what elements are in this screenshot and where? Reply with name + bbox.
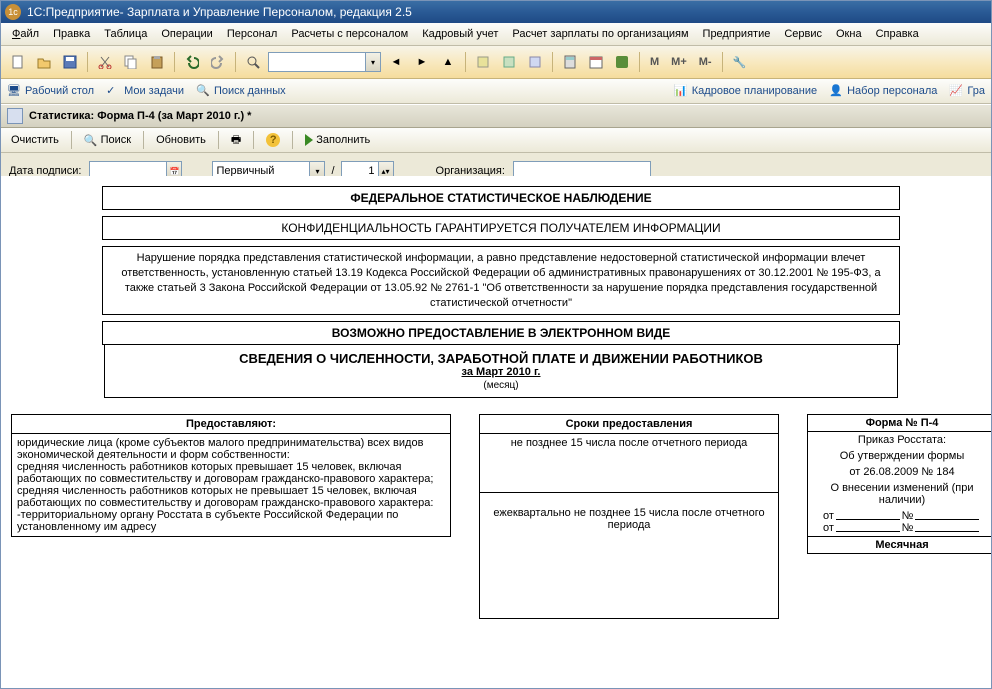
no-label-2: №: [902, 522, 914, 534]
nav-up-icon[interactable]: ▲: [437, 51, 459, 73]
tab-search[interactable]: 🔍Поиск данных: [196, 84, 286, 98]
menu-service[interactable]: Сервис: [779, 26, 827, 42]
form-number: Форма № П-4: [808, 415, 991, 432]
main-toolbar: ▾ ◄ ► ▲ M M+ M- 🔧: [1, 46, 991, 79]
menu-calc[interactable]: Расчеты с персоналом: [286, 26, 413, 42]
order-line2: Об утверждении формы: [808, 448, 991, 464]
form-card: Форма № П-4 Приказ Росстата: Об утвержде…: [807, 414, 991, 554]
wrench-icon[interactable]: 🔧: [729, 51, 751, 73]
print-icon[interactable]: 🖶: [227, 130, 245, 151]
report-area: ФЕДЕРАЛЬНОЕ СТАТИСТИЧЕСКОЕ НАБЛЮДЕНИЕ КО…: [1, 176, 991, 688]
col-deadline: Сроки предоставления: [480, 415, 779, 434]
report-period: за Март 2010 г.: [111, 366, 891, 378]
document-toolbar: Очистить 🔍Поиск Обновить 🖶 ? Заполнить: [1, 128, 991, 153]
document-title-bar: Статистика: Форма П-4 (за Март 2010 г.) …: [1, 104, 991, 128]
menu-enterprise[interactable]: Предприятие: [698, 26, 776, 42]
order-line4: О внесении изменений (при наличии): [808, 480, 991, 508]
deadline-1: не позднее 15 числа после отчетного пери…: [480, 434, 779, 493]
deadline-table: Сроки предоставления не позднее 15 числа…: [479, 414, 779, 619]
menu-payroll[interactable]: Расчет зарплаты по организациям: [507, 26, 693, 42]
redo-icon[interactable]: [207, 51, 229, 73]
undo-icon[interactable]: [181, 51, 203, 73]
m-button[interactable]: M: [646, 54, 663, 70]
order-line1: Приказ Росстата:: [808, 432, 991, 448]
tab-recruit[interactable]: 👤Набор персонала: [829, 84, 937, 98]
search-button[interactable]: 🔍Поиск: [80, 133, 135, 148]
titlebar: 1c 1С:Предприятие - Зарплата и Управлени…: [1, 1, 991, 23]
order-line3: от 26.08.2009 № 184: [808, 464, 991, 480]
from-label-2: от: [823, 522, 834, 534]
app-title: - Зарплата и Управление Персоналом, реда…: [120, 5, 412, 19]
action2-icon[interactable]: [498, 51, 520, 73]
deadline-2: ежеквартально не позднее 15 числа после …: [480, 493, 779, 619]
menu-help[interactable]: Справка: [871, 26, 924, 42]
m-minus-button[interactable]: M-: [695, 54, 716, 70]
m-plus-button[interactable]: M+: [667, 54, 691, 70]
people-icon[interactable]: [611, 51, 633, 73]
save-icon[interactable]: [59, 51, 81, 73]
action3-icon[interactable]: [524, 51, 546, 73]
menu-edit[interactable]: Правка: [48, 26, 95, 42]
app-icon: 1c: [5, 4, 21, 20]
open-icon[interactable]: [33, 51, 55, 73]
chevron-down-icon[interactable]: ▾: [366, 52, 381, 72]
find-icon[interactable]: [242, 51, 264, 73]
search-input[interactable]: [268, 52, 366, 72]
form-icon: [7, 108, 23, 124]
tab-hr-plan[interactable]: 📊Кадровое планирование: [674, 84, 817, 98]
menu-personnel[interactable]: Персонал: [222, 26, 283, 42]
report-month-hint: (месяц): [111, 380, 891, 391]
desktop-icon: 🖥: [7, 84, 21, 98]
form-periodicity: Месячная: [808, 536, 991, 553]
nav-back-icon[interactable]: ◄: [385, 51, 407, 73]
no-label-1: №: [902, 510, 914, 522]
search-combo[interactable]: ▾: [268, 52, 381, 72]
graphic-icon: 📈: [949, 84, 963, 98]
tasks-icon: ✓: [106, 84, 120, 98]
legal-note: Нарушение порядка представления статисти…: [102, 246, 900, 315]
report-title: СВЕДЕНИЯ О ЧИСЛЕННОСТИ, ЗАРАБОТНОЙ ПЛАТЕ…: [111, 351, 891, 366]
nav-tabbar: 🖥Рабочий стол ✓Мои задачи 🔍Поиск данных …: [1, 79, 991, 104]
col-provide: Предоставляют:: [12, 415, 451, 434]
new-doc-icon[interactable]: [7, 51, 29, 73]
action1-icon[interactable]: [472, 51, 494, 73]
copy-icon[interactable]: [120, 51, 142, 73]
help-icon[interactable]: ?: [262, 132, 284, 148]
chart-icon: 📊: [674, 84, 688, 98]
magnifier-icon: 🔍: [84, 134, 98, 147]
calc-icon[interactable]: [559, 51, 581, 73]
play-icon: [305, 134, 313, 146]
menu-windows[interactable]: Окна: [831, 26, 867, 42]
fill-button[interactable]: Заполнить: [301, 133, 374, 147]
hdr-stat-observation: ФЕДЕРАЛЬНОЕ СТАТИСТИЧЕСКОЕ НАБЛЮДЕНИЕ: [102, 186, 900, 210]
menu-hr[interactable]: Кадровый учет: [417, 26, 503, 42]
tab-graphic[interactable]: 📈Гра: [949, 84, 985, 98]
hdr-confidentiality: КОНФИДЕНЦИАЛЬНОСТЬ ГАРАНТИРУЕТСЯ ПОЛУЧАТ…: [102, 216, 900, 240]
menu-table[interactable]: Таблица: [99, 26, 152, 42]
main-menu: ФФайлайл Правка Таблица Операции Персона…: [1, 23, 991, 46]
document-title: Статистика: Форма П-4 (за Март 2010 г.) …: [29, 110, 251, 122]
hdr-electronic: ВОЗМОЖНО ПРЕДОСТАВЛЕНИЕ В ЭЛЕКТРОННОМ ВИ…: [102, 321, 900, 345]
person-plus-icon: 👤: [829, 84, 843, 98]
search-icon: 🔍: [196, 84, 210, 98]
cut-icon[interactable]: [94, 51, 116, 73]
provision-table: Предоставляют:: [11, 414, 451, 434]
clear-button[interactable]: Очистить: [7, 133, 63, 147]
tab-my-tasks[interactable]: ✓Мои задачи: [106, 84, 184, 98]
calendar-icon[interactable]: [585, 51, 607, 73]
provide-cell: юридические лица (кроме субъектов малого…: [12, 434, 451, 537]
app-name: 1С:Предприятие: [27, 5, 120, 19]
nav-fwd-icon[interactable]: ►: [411, 51, 433, 73]
paste-icon[interactable]: [146, 51, 168, 73]
tab-desktop[interactable]: 🖥Рабочий стол: [7, 84, 94, 98]
menu-operations[interactable]: Операции: [156, 26, 217, 42]
refresh-button[interactable]: Обновить: [152, 133, 210, 147]
from-label-1: от: [823, 510, 834, 522]
menu-file[interactable]: ФФайлайл: [7, 26, 44, 42]
